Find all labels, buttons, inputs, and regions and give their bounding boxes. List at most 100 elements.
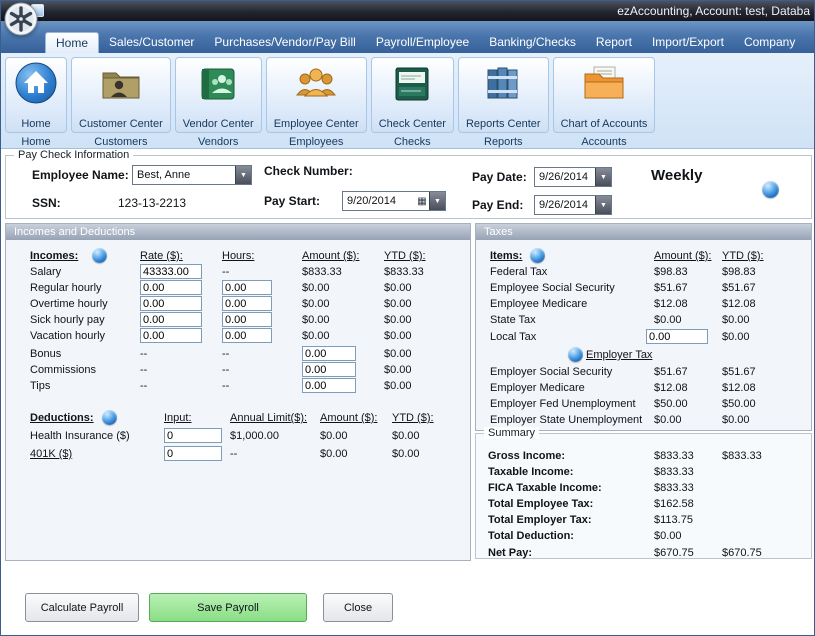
toolbar-item-customer-center[interactable]: Customer Center	[71, 57, 171, 133]
tax-row-ytd: $12.08	[722, 298, 756, 310]
income-overtime-hours-input[interactable]	[222, 296, 272, 311]
toolbar-col-reports: Reports Center Reports	[458, 57, 549, 148]
toolbar-col-employee: Employee Center Employees	[266, 57, 367, 148]
tax-row-ytd: $51.67	[722, 366, 756, 378]
navigation-orb-button[interactable]	[4, 2, 38, 36]
income-row-name: Sick hourly pay	[30, 314, 105, 326]
summary-row-amount: $162.58	[654, 498, 694, 510]
titlebar[interactable]: ezAccounting, Account: test, Databa	[1, 1, 814, 21]
summary-row-amount: $0.00	[654, 530, 682, 542]
taxes-panel: Taxes Items: Amount ($): YTD ($): Federa…	[475, 223, 812, 431]
pay-start-value: 9/20/2014	[343, 195, 415, 207]
employer-tax-help-icon[interactable]	[568, 347, 583, 362]
income-vacation-hours-input[interactable]	[222, 328, 272, 343]
tax-row-ytd: $50.00	[722, 398, 756, 410]
toolbar-item-chart-of-accounts[interactable]: Chart of Accounts	[553, 57, 656, 133]
income-overtime-rate-input[interactable]	[140, 296, 202, 311]
income-row-amount: $0.00	[302, 330, 330, 342]
summary-row-name: Net Pay:	[488, 547, 532, 559]
deduction-row-ytd: $0.00	[392, 448, 420, 460]
tab-report[interactable]: Report	[586, 32, 642, 53]
deduction-401k-link[interactable]: 401K ($)	[30, 448, 72, 460]
income-sick-rate-input[interactable]	[140, 312, 202, 327]
tab-import-export[interactable]: Import/Export	[642, 32, 734, 53]
income-sick-hours-input[interactable]	[222, 312, 272, 327]
income-row-name: Vacation hourly	[30, 330, 105, 342]
deduction-col-input: Input:	[164, 412, 192, 424]
income-salary-rate-input[interactable]	[140, 264, 202, 279]
toolbar-item-home[interactable]: Home	[5, 57, 67, 133]
tax-items-help-icon[interactable]	[530, 248, 545, 263]
pay-end-label: Pay End:	[472, 198, 523, 212]
toolbar-item-vendor-center[interactable]: Vendor Center	[175, 57, 262, 133]
income-row-name: Salary	[30, 266, 61, 278]
tab-help[interactable]: Help	[805, 32, 815, 53]
summary-row-amount: $113.75	[654, 514, 693, 526]
paycheck-help-icon[interactable]	[762, 181, 779, 198]
tab-company[interactable]: Company	[734, 32, 805, 53]
summary-title: Summary	[484, 427, 539, 439]
toolbar-item-caption: Employees	[289, 136, 343, 148]
pay-date-select[interactable]: 9/26/2014 ▼	[534, 167, 612, 187]
income-row-ytd: $0.00	[384, 348, 412, 360]
deduction-row-ytd: $0.00	[392, 430, 420, 442]
menubar: Home Sales/Customer Purchases/Vendor/Pay…	[1, 21, 814, 53]
toolbar-item-reports-center[interactable]: Reports Center	[458, 57, 549, 133]
tax-row-amount: $0.00	[654, 414, 682, 426]
tab-sales-customer[interactable]: Sales/Customer	[99, 32, 204, 53]
deduction-row-name: Health Insurance ($)	[30, 430, 130, 442]
pay-end-select[interactable]: 9/26/2014 ▼	[534, 195, 612, 215]
toolbar-item-employee-center[interactable]: Employee Center	[266, 57, 367, 133]
tab-purchases-vendor[interactable]: Purchases/Vendor/Pay Bill	[204, 32, 365, 53]
deductions-label: Deductions:	[30, 412, 94, 424]
deduction-row-limit: --	[230, 448, 237, 460]
income-regular-rate-input[interactable]	[140, 280, 202, 295]
toolbar-item-title: Reports Center	[466, 118, 541, 130]
tab-banking-checks[interactable]: Banking/Checks	[479, 32, 586, 53]
pay-start-picker[interactable]: 9/20/2014 ▦ ▼	[342, 191, 446, 211]
deductions-help-icon[interactable]	[102, 410, 117, 425]
income-row-ytd: $0.00	[384, 380, 412, 392]
employee-name-select[interactable]: Best, Anne ▼	[132, 165, 252, 185]
tax-row-name: Employer Social Security	[490, 366, 612, 378]
paycheck-info-group: Pay Check Information Employee Name: Bes…	[5, 155, 812, 219]
calculate-payroll-button[interactable]: Calculate Payroll	[25, 593, 139, 622]
deduction-health-insurance-input[interactable]	[164, 428, 222, 443]
employee-name-label: Employee Name:	[32, 168, 129, 182]
income-commissions-amount-input[interactable]	[302, 362, 356, 377]
toolbar-item-title: Employee Center	[274, 118, 359, 130]
tax-col-ytd: YTD ($):	[722, 250, 764, 262]
incomes-help-icon[interactable]	[92, 248, 107, 263]
income-row-name: Commissions	[30, 364, 96, 376]
tax-local-amount-input[interactable]	[646, 329, 708, 344]
income-regular-hours-input[interactable]	[222, 280, 272, 295]
income-tips-amount-input[interactable]	[302, 378, 356, 393]
income-col-hours: Hours:	[222, 250, 254, 262]
toolbar: Home Home Customer Center Customers	[1, 53, 814, 149]
income-row-amount: $833.33	[302, 266, 342, 278]
tax-row-ytd: $98.83	[722, 266, 756, 278]
deduction-401k-input[interactable]	[164, 446, 222, 461]
toolbar-item-caption: Reports	[484, 136, 523, 148]
income-vacation-rate-input[interactable]	[140, 328, 202, 343]
close-button[interactable]: Close	[323, 593, 393, 622]
deduction-col-amount: Amount ($):	[320, 412, 377, 424]
tax-row-amount: $50.00	[654, 398, 688, 410]
income-bonus-amount-input[interactable]	[302, 346, 356, 361]
tax-row-name: Employer Medicare	[490, 382, 585, 394]
income-row-amount: $0.00	[302, 282, 330, 294]
toolbar-item-title: Customer Center	[79, 118, 163, 130]
tab-home[interactable]: Home	[45, 32, 99, 53]
toolbar-item-check-center[interactable]: Check Center	[371, 57, 454, 133]
deduction-row-amount: $0.00	[320, 430, 348, 442]
toolbar-col-accounts: Chart of Accounts Accounts	[553, 57, 656, 148]
deduction-col-limit: Annual Limit($):	[230, 412, 307, 424]
tab-payroll-employee[interactable]: Payroll/Employee	[366, 32, 479, 53]
income-row-name: Tips	[30, 380, 50, 392]
pay-date-label: Pay Date:	[472, 170, 527, 184]
income-row-name: Overtime hourly	[30, 298, 108, 310]
toolbar-item-title: Check Center	[379, 118, 446, 130]
income-row-amount: $0.00	[302, 314, 330, 326]
save-payroll-button[interactable]: Save Payroll	[149, 593, 307, 622]
tax-row-ytd: $0.00	[722, 331, 750, 343]
